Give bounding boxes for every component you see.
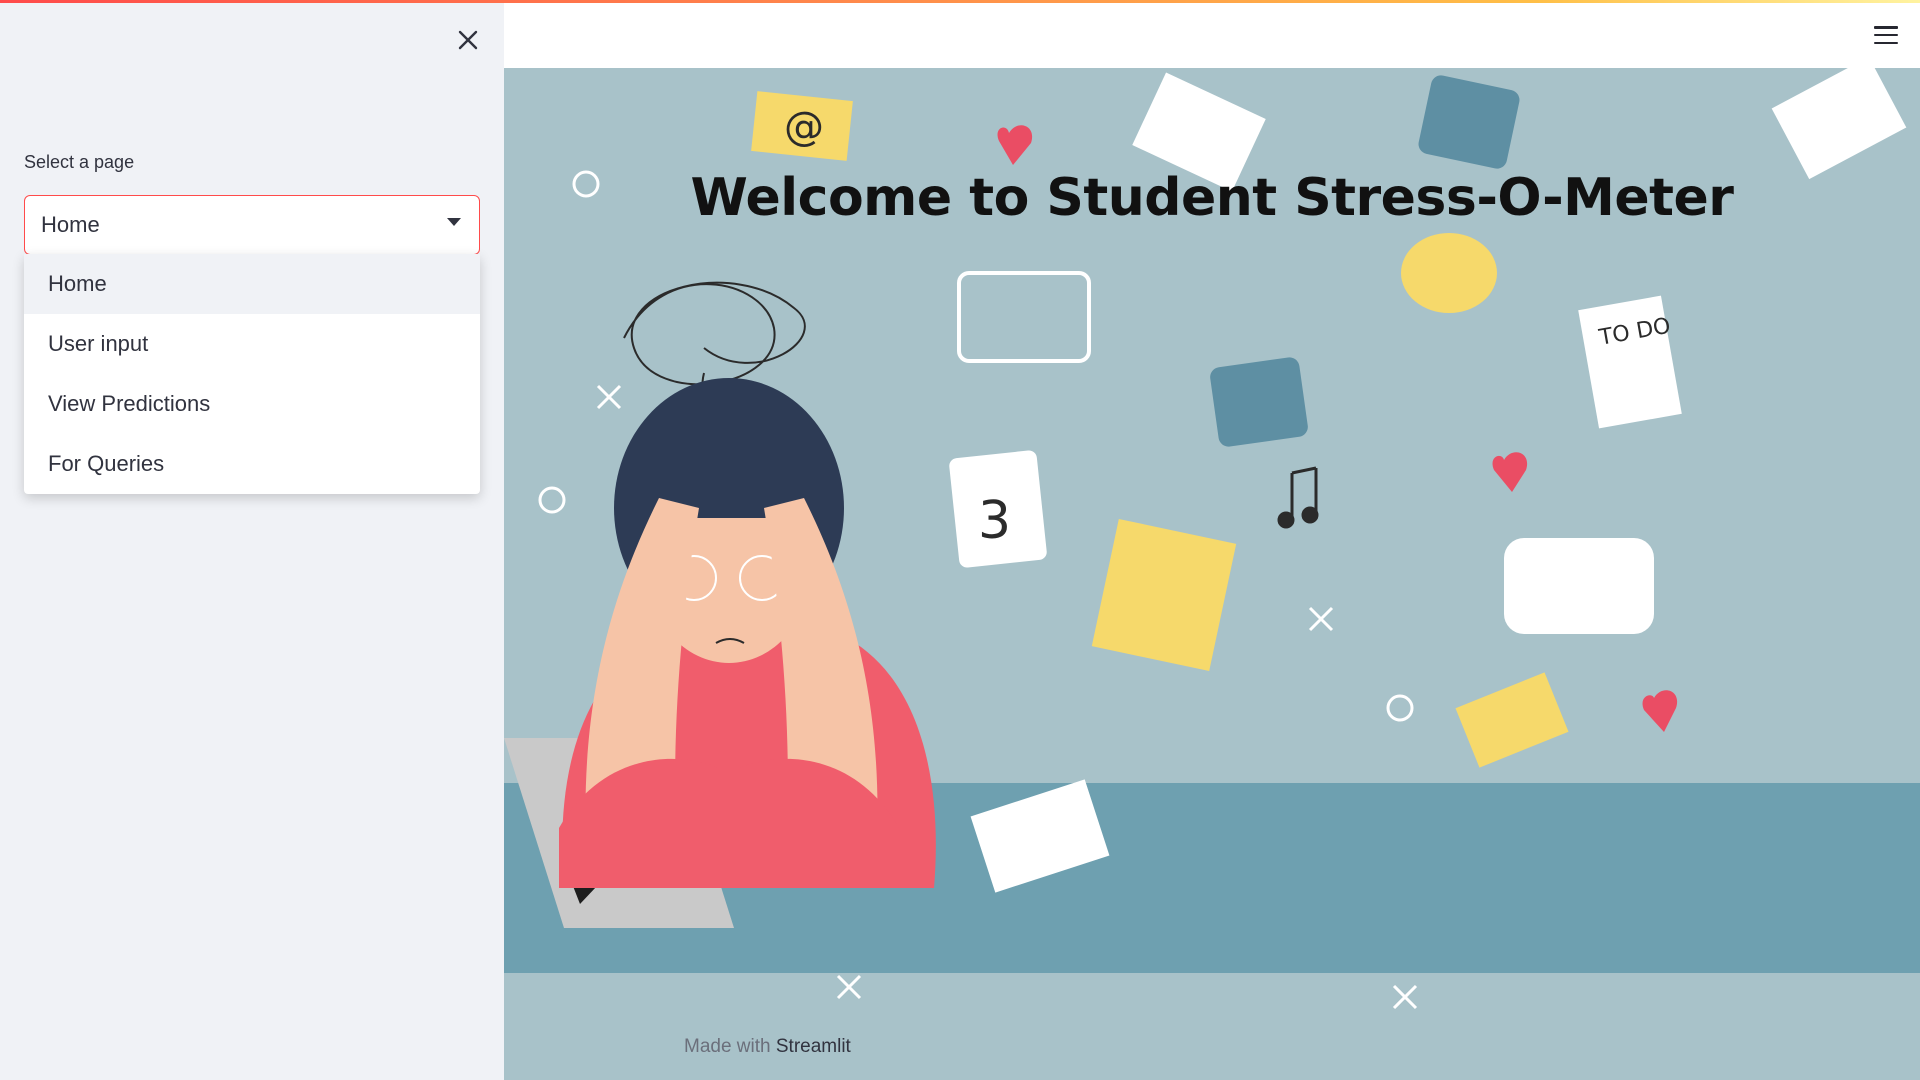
heart-icon <box>1642 690 1678 732</box>
camera-icon <box>957 271 1091 363</box>
paper-note <box>970 779 1110 893</box>
page-select-value: Home <box>41 212 100 237</box>
close-icon <box>458 30 478 50</box>
streamlit-link[interactable]: Streamlit <box>776 1036 851 1057</box>
sidebar: Select a page Home Home User input View … <box>0 0 504 1080</box>
stressed-student-illustration <box>559 378 936 888</box>
puzzle-piece <box>1418 75 1520 169</box>
app-header <box>504 0 1920 68</box>
chevron-down-icon[interactable] <box>447 218 461 226</box>
top-accent-bar <box>0 0 1920 3</box>
music-note-icon <box>1277 466 1319 529</box>
puzzle-piece <box>1210 357 1308 447</box>
option-view-predictions[interactable]: View Predictions <box>24 374 480 434</box>
hero-background: @ TO DO 3 Welcome to Student Stress-O-Me… <box>504 68 1920 1080</box>
svg-text:3: 3 <box>978 491 1011 551</box>
footer-prefix: Made with <box>684 1036 776 1057</box>
paper-note <box>1771 68 1907 180</box>
heart-icon <box>997 125 1033 165</box>
svg-text:@: @ <box>784 104 824 150</box>
option-for-queries[interactable]: For Queries <box>24 434 480 494</box>
sticky-note <box>1091 518 1237 672</box>
heart-icon <box>1492 452 1528 492</box>
page-select[interactable]: Home <box>24 195 480 255</box>
speech-bubble <box>1401 233 1497 313</box>
footer-made-with: Made with Streamlit <box>684 1036 851 1058</box>
sidebar-close-button[interactable] <box>450 22 486 58</box>
email-sticky-icon: @ <box>751 91 853 161</box>
page-title: Welcome to Student Stress-O-Meter <box>690 168 1734 228</box>
speech-bubble <box>1504 538 1654 634</box>
option-user-input[interactable]: User input <box>24 314 480 374</box>
envelope-icon <box>1455 672 1569 768</box>
hamburger-menu-icon[interactable] <box>1874 26 1898 44</box>
page-select-dropdown: Home User input View Predictions For Que… <box>24 254 480 494</box>
option-home[interactable]: Home <box>24 254 480 314</box>
select-page-label: Select a page <box>24 152 135 172</box>
